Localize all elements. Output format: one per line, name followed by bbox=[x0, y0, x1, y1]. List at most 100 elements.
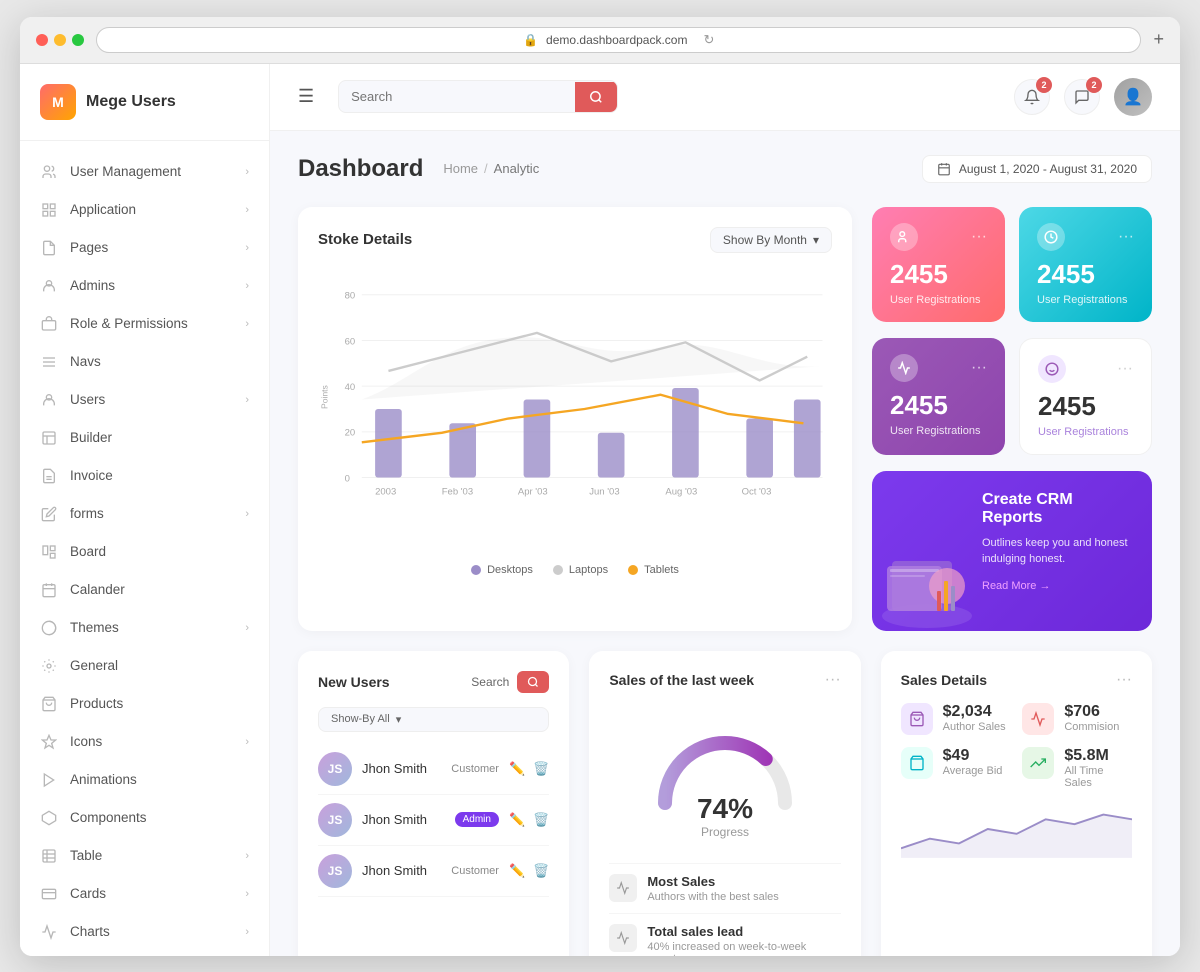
new-users-title: New Users bbox=[318, 674, 390, 690]
sidebar-item-builder[interactable]: Builder bbox=[20, 419, 269, 457]
breadcrumb: Home / Analytic bbox=[443, 161, 539, 176]
sidebar-item-cards[interactable]: Cards › bbox=[20, 875, 269, 913]
mini-chart bbox=[901, 799, 1132, 864]
stat-menu-light[interactable]: ··· bbox=[1117, 360, 1133, 378]
sidebar-item-products[interactable]: Products bbox=[20, 685, 269, 723]
chart-filter-button[interactable]: Show By Month ▾ bbox=[710, 227, 832, 253]
svg-text:Jun '03: Jun '03 bbox=[589, 486, 619, 497]
browser-url-bar[interactable]: 🔒 demo.dashboardpack.com ↻ bbox=[96, 27, 1141, 53]
crm-promo-card: Create CRM Reports Outlines keep you and… bbox=[872, 471, 1152, 631]
user-avatar[interactable]: 👤 bbox=[1114, 78, 1152, 116]
logo-text: Mege Users bbox=[86, 93, 176, 111]
sidebar-item-role-permissions[interactable]: Role & Permissions › bbox=[20, 305, 269, 343]
sidebar: M Mege Users User Management › bbox=[20, 64, 270, 956]
crm-title: Create CRM Reports bbox=[982, 491, 1132, 527]
sidebar-item-invoice[interactable]: Invoice bbox=[20, 457, 269, 495]
sidebar-item-ui-kits[interactable]: UI Kits › bbox=[20, 951, 269, 956]
crm-read-more-link[interactable]: Read More → bbox=[982, 580, 1132, 592]
sidebar-item-calander[interactable]: Calander bbox=[20, 571, 269, 609]
search-input[interactable] bbox=[339, 81, 575, 112]
stat-label-cyan: User Registrations bbox=[1037, 294, 1134, 306]
search-button[interactable] bbox=[575, 82, 617, 112]
minimize-dot[interactable] bbox=[54, 34, 66, 46]
chevron-right-icon: › bbox=[245, 242, 249, 254]
bottom-stat-cards: ··· 2455 User Registrations bbox=[872, 338, 1152, 455]
sidebar-item-components[interactable]: Components bbox=[20, 799, 269, 837]
stoke-details-card: Stoke Details Show By Month ▾ 80 60 bbox=[298, 207, 852, 631]
sidebar-label-user-management: User Management bbox=[70, 164, 181, 179]
chart-header: Stoke Details Show By Month ▾ bbox=[318, 227, 832, 253]
stat-menu-pink[interactable]: ··· bbox=[971, 228, 987, 246]
svg-text:20: 20 bbox=[345, 427, 356, 438]
sidebar-item-icons[interactable]: Icons › bbox=[20, 723, 269, 761]
notification-bell-button[interactable]: 2 bbox=[1014, 79, 1050, 115]
sales-details-menu[interactable]: ··· bbox=[1116, 671, 1132, 689]
icons-icon bbox=[40, 733, 58, 751]
user-item-3: JS Jhon Smith Customer ✏️ 🗑️ bbox=[318, 846, 549, 897]
sales-details-card: Sales Details ··· $2,034 Author Sales bbox=[881, 651, 1152, 956]
detail-author-sales: $2,034 Author Sales bbox=[901, 703, 1011, 735]
sales-week-menu[interactable]: ··· bbox=[825, 671, 841, 689]
edit-user-3-button[interactable]: ✏️ bbox=[509, 863, 525, 879]
new-tab-button[interactable]: + bbox=[1153, 29, 1164, 50]
show-by-dropdown[interactable]: Show-By All ▾ bbox=[318, 707, 549, 732]
all-time-sales-info: $5.8M All Time Sales bbox=[1064, 747, 1132, 789]
builder-icon bbox=[40, 429, 58, 447]
sidebar-label-icons: Icons bbox=[70, 734, 102, 749]
board-icon bbox=[40, 543, 58, 561]
sidebar-label-pages: Pages bbox=[70, 240, 108, 255]
user-avatar-3: JS bbox=[318, 854, 352, 888]
sidebar-item-charts[interactable]: Charts › bbox=[20, 913, 269, 951]
date-range-picker[interactable]: August 1, 2020 - August 31, 2020 bbox=[922, 155, 1152, 183]
sidebar-item-animations[interactable]: Animations bbox=[20, 761, 269, 799]
chevron-right-icon: › bbox=[245, 736, 249, 748]
sidebar-item-admins[interactable]: Admins › bbox=[20, 267, 269, 305]
sidebar-item-forms[interactable]: forms › bbox=[20, 495, 269, 533]
stat-card-light: ··· 2455 User Registrations bbox=[1019, 338, 1152, 455]
themes-icon bbox=[40, 619, 58, 637]
sidebar-label-general: General bbox=[70, 658, 118, 673]
hamburger-button[interactable]: ☰ bbox=[298, 86, 314, 107]
detail-avg-bid: $49 Average Bid bbox=[901, 747, 1011, 789]
stat-menu-purple[interactable]: ··· bbox=[971, 359, 987, 377]
stoke-chart-svg: 80 60 40 20 0 Points bbox=[318, 269, 832, 549]
admins-icon bbox=[40, 277, 58, 295]
stat-menu-cyan[interactable]: ··· bbox=[1118, 228, 1134, 246]
invoice-icon bbox=[40, 467, 58, 485]
chart-title: Stoke Details bbox=[318, 231, 412, 248]
close-dot[interactable] bbox=[36, 34, 48, 46]
sidebar-item-application[interactable]: Application › bbox=[20, 191, 269, 229]
messages-button[interactable]: 2 bbox=[1064, 79, 1100, 115]
commission-icon bbox=[1022, 703, 1054, 735]
sidebar-item-users[interactable]: Users › bbox=[20, 381, 269, 419]
delete-user-1-button[interactable]: 🗑️ bbox=[533, 761, 549, 777]
sidebar-item-pages[interactable]: Pages › bbox=[20, 229, 269, 267]
commission-label: Commision bbox=[1064, 721, 1119, 733]
sidebar-item-themes[interactable]: Themes › bbox=[20, 609, 269, 647]
refresh-icon[interactable]: ↻ bbox=[703, 32, 714, 48]
table-icon bbox=[40, 847, 58, 865]
stat-value-pink: 2455 bbox=[890, 259, 987, 290]
delete-user-2-button[interactable]: 🗑️ bbox=[533, 812, 549, 828]
maximize-dot[interactable] bbox=[72, 34, 84, 46]
sidebar-item-general[interactable]: General bbox=[20, 647, 269, 685]
crm-illustration bbox=[872, 521, 982, 631]
delete-user-3-button[interactable]: 🗑️ bbox=[533, 863, 549, 879]
all-time-sales-label: All Time Sales bbox=[1064, 765, 1132, 789]
sidebar-item-navs[interactable]: Navs bbox=[20, 343, 269, 381]
sidebar-item-board[interactable]: Board bbox=[20, 533, 269, 571]
all-time-sales-icon bbox=[1022, 747, 1054, 779]
show-by-label: Show-By All bbox=[331, 713, 390, 725]
edit-user-1-button[interactable]: ✏️ bbox=[509, 761, 525, 777]
edit-user-2-button[interactable]: ✏️ bbox=[509, 812, 525, 828]
sidebar-label-forms: forms bbox=[70, 506, 104, 521]
most-sales-title: Most Sales bbox=[647, 874, 778, 889]
browser-chrome: 🔒 demo.dashboardpack.com ↻ + bbox=[20, 17, 1180, 64]
sidebar-item-user-management[interactable]: User Management › bbox=[20, 153, 269, 191]
total-lead-title: Total sales lead bbox=[647, 924, 840, 939]
new-users-search-button[interactable] bbox=[517, 671, 549, 693]
svg-text:Aug '03: Aug '03 bbox=[665, 486, 697, 497]
sidebar-item-table[interactable]: Table › bbox=[20, 837, 269, 875]
breadcrumb-home[interactable]: Home bbox=[443, 161, 478, 176]
commission-value: $706 bbox=[1064, 703, 1119, 721]
